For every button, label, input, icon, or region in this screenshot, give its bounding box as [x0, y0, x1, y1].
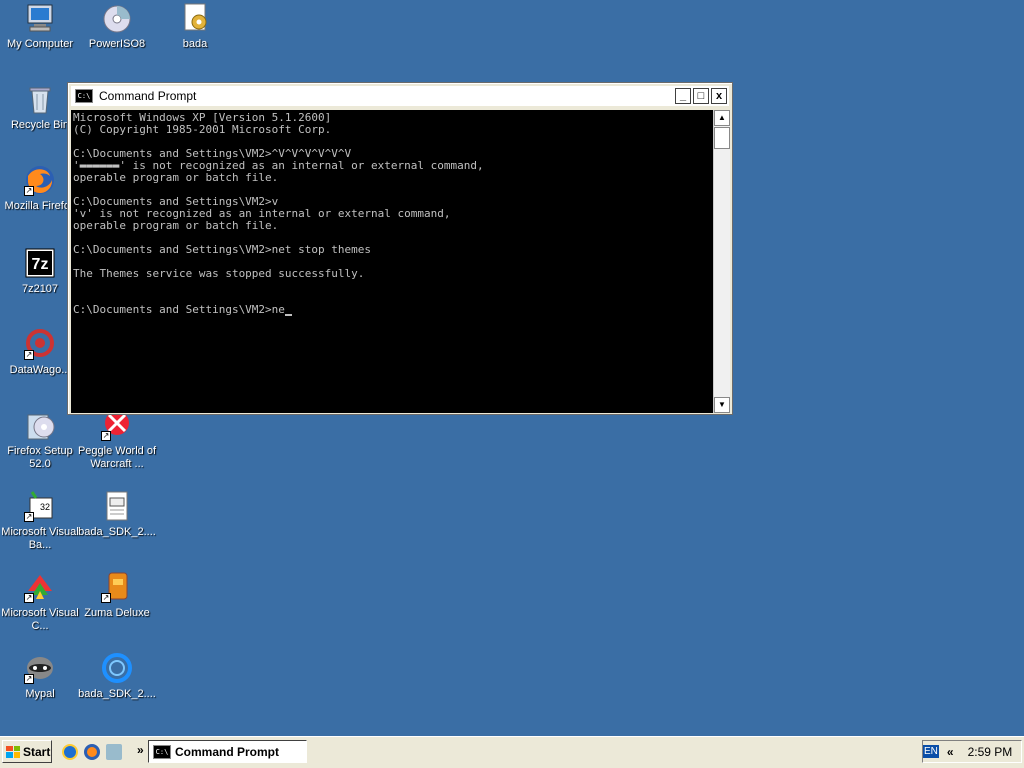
close-button[interactable]: x: [711, 88, 727, 104]
shortcut-arrow-icon: ↗: [24, 512, 34, 522]
cmd-icon: C:\: [153, 744, 171, 759]
firefox-quicklaunch-icon[interactable]: [84, 744, 100, 760]
scroll-thumb[interactable]: [714, 127, 730, 149]
svg-text:7z: 7z: [32, 256, 49, 273]
installer-icon: [24, 409, 56, 441]
shortcut-arrow-icon: ↗: [24, 674, 34, 684]
disc-icon: [101, 2, 133, 34]
datawago-icon: ↗: [24, 328, 56, 360]
tray-chevron-icon[interactable]: «: [947, 745, 954, 759]
visual-c-icon: ↗: [24, 571, 56, 603]
console-area[interactable]: Microsoft Windows XP [Version 5.1.2600] …: [71, 110, 713, 413]
desktop-icon-label: bada: [182, 38, 208, 50]
desktop-icon-bada-sdk-2[interactable]: bada_SDK_2....: [77, 652, 157, 701]
document-icon: [101, 490, 133, 522]
desktop-icon-label: Microsoft Visual C...: [1, 607, 79, 632]
desktop-icon-label: Peggle World of Warcraft ...: [77, 445, 157, 470]
computer-icon: [24, 2, 56, 34]
taskbar-item-command-prompt[interactable]: C:\ Command Prompt: [148, 740, 307, 763]
raccoon-icon: ↗: [24, 652, 56, 684]
desktop-icon-bada-sdk-1[interactable]: bada_SDK_2....: [77, 490, 157, 539]
shortcut-arrow-icon: ↗: [24, 186, 34, 196]
shortcut-arrow-icon: ↗: [24, 593, 34, 603]
desktop-icon-label: PowerISO8: [88, 38, 146, 50]
clock[interactable]: 2:59 PM: [968, 745, 1013, 759]
language-indicator[interactable]: EN: [923, 745, 939, 758]
desktop-icon-label: bada_SDK_2....: [78, 526, 156, 538]
start-button[interactable]: Start: [2, 740, 52, 763]
vertical-scrollbar[interactable]: ▲ ▼: [713, 110, 730, 413]
shortcut-arrow-icon: ↗: [101, 431, 111, 441]
console-text: Microsoft Windows XP [Version 5.1.2600] …: [73, 111, 484, 316]
zuma-icon: ↗: [101, 571, 133, 603]
shortcut-arrow-icon: ↗: [101, 593, 111, 603]
taskbar-item-label: Command Prompt: [175, 744, 280, 759]
desktop-icon-mypal[interactable]: ↗ Mypal: [0, 652, 80, 701]
start-label: Start: [23, 744, 51, 759]
batch-file-icon: [179, 2, 211, 34]
desktop-icon-label: Firefox Setup 52.0: [7, 445, 73, 470]
desktop-icon-my-computer[interactable]: My Computer: [0, 2, 80, 51]
shortcut-arrow-icon: ↗: [24, 350, 34, 360]
window-titlebar[interactable]: C:\ Command Prompt _ □ x: [71, 86, 729, 106]
desktop-icon-label: bada_SDK_2....: [78, 688, 156, 700]
desktop-icon-label: My Computer: [6, 38, 74, 50]
desktop-icon-visual-basic[interactable]: 32 ↗ Microsoft Visual Ba...: [0, 490, 80, 552]
svg-text:32: 32: [40, 502, 50, 512]
recycle-bin-icon: [24, 83, 56, 115]
show-desktop-icon[interactable]: [106, 744, 122, 760]
desktop-icon-bada[interactable]: bada: [155, 2, 235, 51]
system-tray: EN « 2:59 PM: [922, 740, 1022, 763]
visual-basic-icon: 32 ↗: [24, 490, 56, 522]
desktop-icon-label: Microsoft Visual Ba...: [1, 526, 79, 551]
desktop-icon-label: Mypal: [25, 688, 55, 700]
quicklaunch-chevron-icon[interactable]: »: [137, 743, 144, 757]
desktop-icon-zuma[interactable]: ↗ Zuma Deluxe: [77, 571, 157, 620]
window-title: Command Prompt: [99, 89, 197, 103]
windows-logo-icon: [6, 745, 20, 758]
desktop-icon-peggle[interactable]: ↗ Peggle World of Warcraft ...: [77, 409, 157, 471]
maximize-button[interactable]: □: [693, 88, 709, 104]
desktop-icon-poweriso[interactable]: PowerISO8: [77, 2, 157, 51]
taskbar: Start » C:\ Command Prompt EN « 2:59 PM: [0, 736, 1024, 768]
7zip-icon: 7z: [24, 247, 56, 279]
desktop-icon-firefox-setup[interactable]: Firefox Setup 52.0: [0, 409, 80, 471]
circle-logo-icon: [101, 652, 133, 684]
desktop-icon-label: Zuma Deluxe: [84, 607, 150, 619]
scroll-down-button[interactable]: ▼: [714, 397, 730, 413]
firefox-icon: ↗: [24, 164, 56, 196]
command-prompt-window[interactable]: C:\ Command Prompt _ □ x Microsoft Windo…: [67, 82, 733, 415]
internet-explorer-icon[interactable]: [62, 744, 78, 760]
scroll-up-button[interactable]: ▲: [714, 110, 730, 126]
minimize-button[interactable]: _: [675, 88, 691, 104]
text-cursor: [284, 314, 292, 316]
desktop-icon-visual-c[interactable]: ↗ Microsoft Visual C...: [0, 571, 80, 633]
cmd-icon: C:\: [75, 89, 93, 103]
